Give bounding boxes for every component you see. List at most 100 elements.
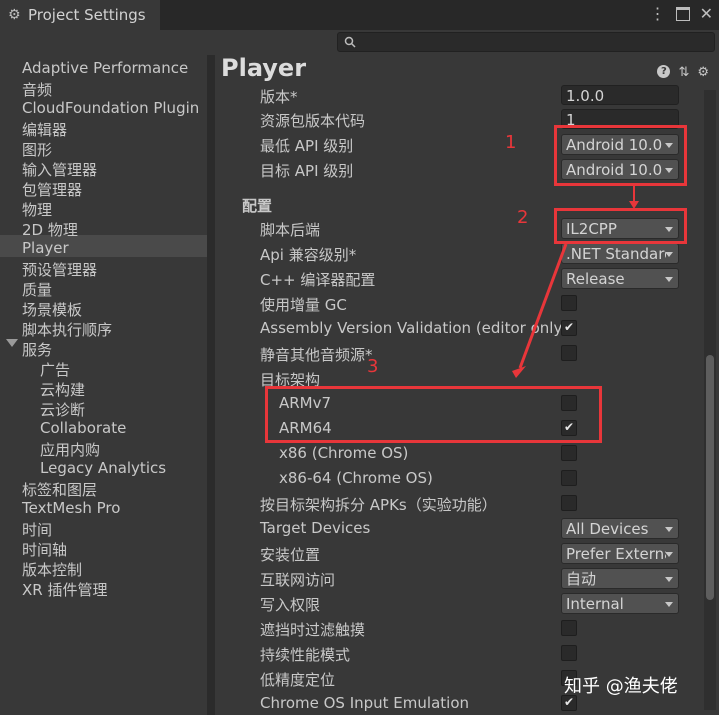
sidebar-item-input-manager[interactable]: 输入管理器 [22, 159, 97, 180]
panel-divider[interactable] [207, 55, 215, 715]
gear-icon: ⚙ [8, 7, 21, 23]
annotation-box-scripting-backend [554, 208, 687, 244]
mute-audio-checkbox[interactable] [561, 345, 577, 361]
sidebar-item-quality[interactable]: 质量 [22, 279, 52, 300]
sidebar-item-cloud-build[interactable]: 云构建 [40, 379, 85, 400]
sustained-perf-checkbox[interactable] [561, 645, 577, 661]
chrome-os-input-label: Chrome OS Input Emulation [260, 694, 469, 712]
search-input[interactable] [337, 32, 715, 52]
preset-icon[interactable]: ⇅ [678, 65, 689, 80]
sidebar-item-tags-and-layers[interactable]: 标签和图层 [22, 479, 97, 500]
sidebar-item-editor[interactable]: 编辑器 [22, 119, 67, 140]
more-options-icon[interactable]: ⋮ [650, 6, 666, 22]
sidebar-item-graphics[interactable]: 图形 [22, 139, 52, 160]
sidebar-item-services[interactable]: 服务 [22, 339, 52, 360]
fold-arrow-icon[interactable] [6, 339, 18, 347]
sidebar-item-physics-2d[interactable]: 2D 物理 [22, 219, 78, 240]
x86-64-checkbox[interactable] [561, 470, 577, 486]
sidebar-item-textmesh-pro[interactable]: TextMesh Pro [22, 499, 120, 517]
version-label: 版本* [260, 88, 298, 106]
sidebar-item-cloudfoundation[interactable]: CloudFoundation Plugin [22, 99, 199, 117]
write-permission-value: Internal [566, 595, 624, 613]
maximize-icon[interactable] [675, 7, 690, 21]
sidebar-item-physics[interactable]: 物理 [22, 199, 52, 220]
low-accuracy-label: 低精度定位 [260, 671, 336, 689]
close-icon[interactable]: ✕ [700, 6, 713, 22]
sidebar-item-time[interactable]: 时间 [22, 519, 52, 540]
sidebar-item-collaborate[interactable]: Collaborate [40, 419, 126, 437]
api-compat-dropdown[interactable]: .NET Standard [561, 243, 679, 264]
annotation-box-api-levels [554, 125, 687, 186]
sidebar-item-version-control[interactable]: 版本控制 [22, 559, 82, 580]
sidebar-item-cloud-diagnostics[interactable]: 云诊断 [40, 399, 85, 420]
version-field[interactable]: 1.0.0 [561, 85, 679, 105]
sidebar: Adaptive Performance 音频 CloudFoundation … [0, 55, 207, 715]
install-location-label: 安装位置 [260, 546, 321, 564]
chevron-down-icon [665, 577, 673, 582]
settings-icon[interactable]: ⚙ [697, 65, 709, 80]
min-api-label: 最低 API 级别 [260, 137, 354, 155]
sidebar-item-adaptive-performance[interactable]: Adaptive Performance [22, 59, 188, 77]
assembly-validation-checkbox[interactable]: ✔ [561, 320, 577, 336]
sidebar-item-scene-template[interactable]: 场景模板 [22, 299, 82, 320]
sidebar-item-package-manager[interactable]: 包管理器 [22, 179, 82, 200]
chevron-down-icon [665, 527, 673, 532]
title-bar: ⚙ Project Settings ⋮ ✕ [0, 0, 719, 30]
target-api-label: 目标 API 级别 [260, 162, 354, 180]
install-location-dropdown[interactable]: Prefer External [561, 543, 679, 564]
sidebar-item-player[interactable]: Player [22, 239, 69, 257]
x86-checkbox[interactable] [561, 445, 577, 461]
sidebar-item-script-execution-order[interactable]: 脚本执行顺序 [22, 319, 112, 340]
sustained-perf-label: 持续性能模式 [260, 646, 351, 664]
annotation-number-1: 1 [505, 132, 517, 153]
cpp-config-dropdown[interactable]: Release [561, 268, 679, 289]
annotation-number-2: 2 [517, 207, 529, 228]
incremental-gc-checkbox[interactable] [561, 295, 577, 311]
sidebar-item-timeline[interactable]: 时间轴 [22, 539, 67, 560]
write-permission-dropdown[interactable]: Internal [561, 593, 679, 614]
target-devices-value: All Devices [566, 520, 649, 538]
sidebar-item-preset-manager[interactable]: 预设管理器 [22, 259, 97, 280]
checkmark-icon: ✔ [564, 320, 575, 334]
sidebar-item-xr-plugin-management[interactable]: XR 插件管理 [22, 579, 107, 600]
vertical-scrollbar[interactable] [704, 90, 716, 710]
annotation-number-3: 3 [367, 356, 379, 377]
sidebar-item-ads[interactable]: 广告 [40, 359, 70, 380]
config-section-header: 配置 [242, 197, 273, 215]
chevron-down-icon [665, 277, 673, 282]
chevron-down-icon [665, 602, 673, 607]
write-permission-label: 写入权限 [260, 596, 321, 614]
internet-access-value: 自动 [566, 570, 597, 588]
target-devices-label: Target Devices [260, 519, 371, 537]
help-icon[interactable]: ? [657, 65, 671, 78]
api-compat-value: .NET Standard [566, 245, 666, 263]
internet-access-dropdown[interactable]: 自动 [561, 568, 679, 589]
assembly-validation-label: Assembly Version Validation (editor only… [260, 319, 569, 337]
sidebar-item-legacy-analytics[interactable]: Legacy Analytics [40, 459, 166, 477]
target-devices-dropdown[interactable]: All Devices [561, 518, 679, 539]
internet-access-label: 互联网访问 [260, 571, 336, 589]
window-title: Project Settings [28, 6, 146, 24]
filter-touches-label: 遮挡时过滤触摸 [260, 621, 366, 639]
chevron-down-icon [665, 252, 673, 257]
x86-64-label: x86-64 (Chrome OS) [279, 469, 433, 487]
split-apks-checkbox[interactable] [561, 495, 577, 511]
sidebar-item-audio[interactable]: 音频 [22, 79, 52, 100]
window-tab[interactable]: ⚙ Project Settings [0, 0, 160, 30]
annotation-box-architectures [265, 386, 602, 443]
api-compat-label: Api 兼容级别* [260, 246, 357, 264]
watermark-text: 知乎 @渔夫佬 [564, 676, 678, 697]
page-title: Player [221, 54, 307, 82]
sidebar-item-in-app-purchasing[interactable]: 应用内购 [40, 439, 100, 460]
search-icon [344, 36, 356, 48]
cpp-config-label: C++ 编译器配置 [260, 271, 376, 289]
mute-audio-label: 静音其他音频源* [260, 346, 373, 364]
incremental-gc-label: 使用增量 GC [260, 296, 347, 314]
x86-label: x86 (Chrome OS) [279, 444, 409, 462]
split-apks-label: 按目标架构拆分 APKs（实验功能） [260, 496, 497, 514]
filter-touches-checkbox[interactable] [561, 620, 577, 636]
install-location-value: Prefer External [566, 545, 666, 563]
scrollbar-thumb[interactable] [706, 355, 714, 600]
cpp-config-value: Release [566, 270, 625, 288]
bundle-code-label: 资源包版本代码 [260, 112, 366, 130]
